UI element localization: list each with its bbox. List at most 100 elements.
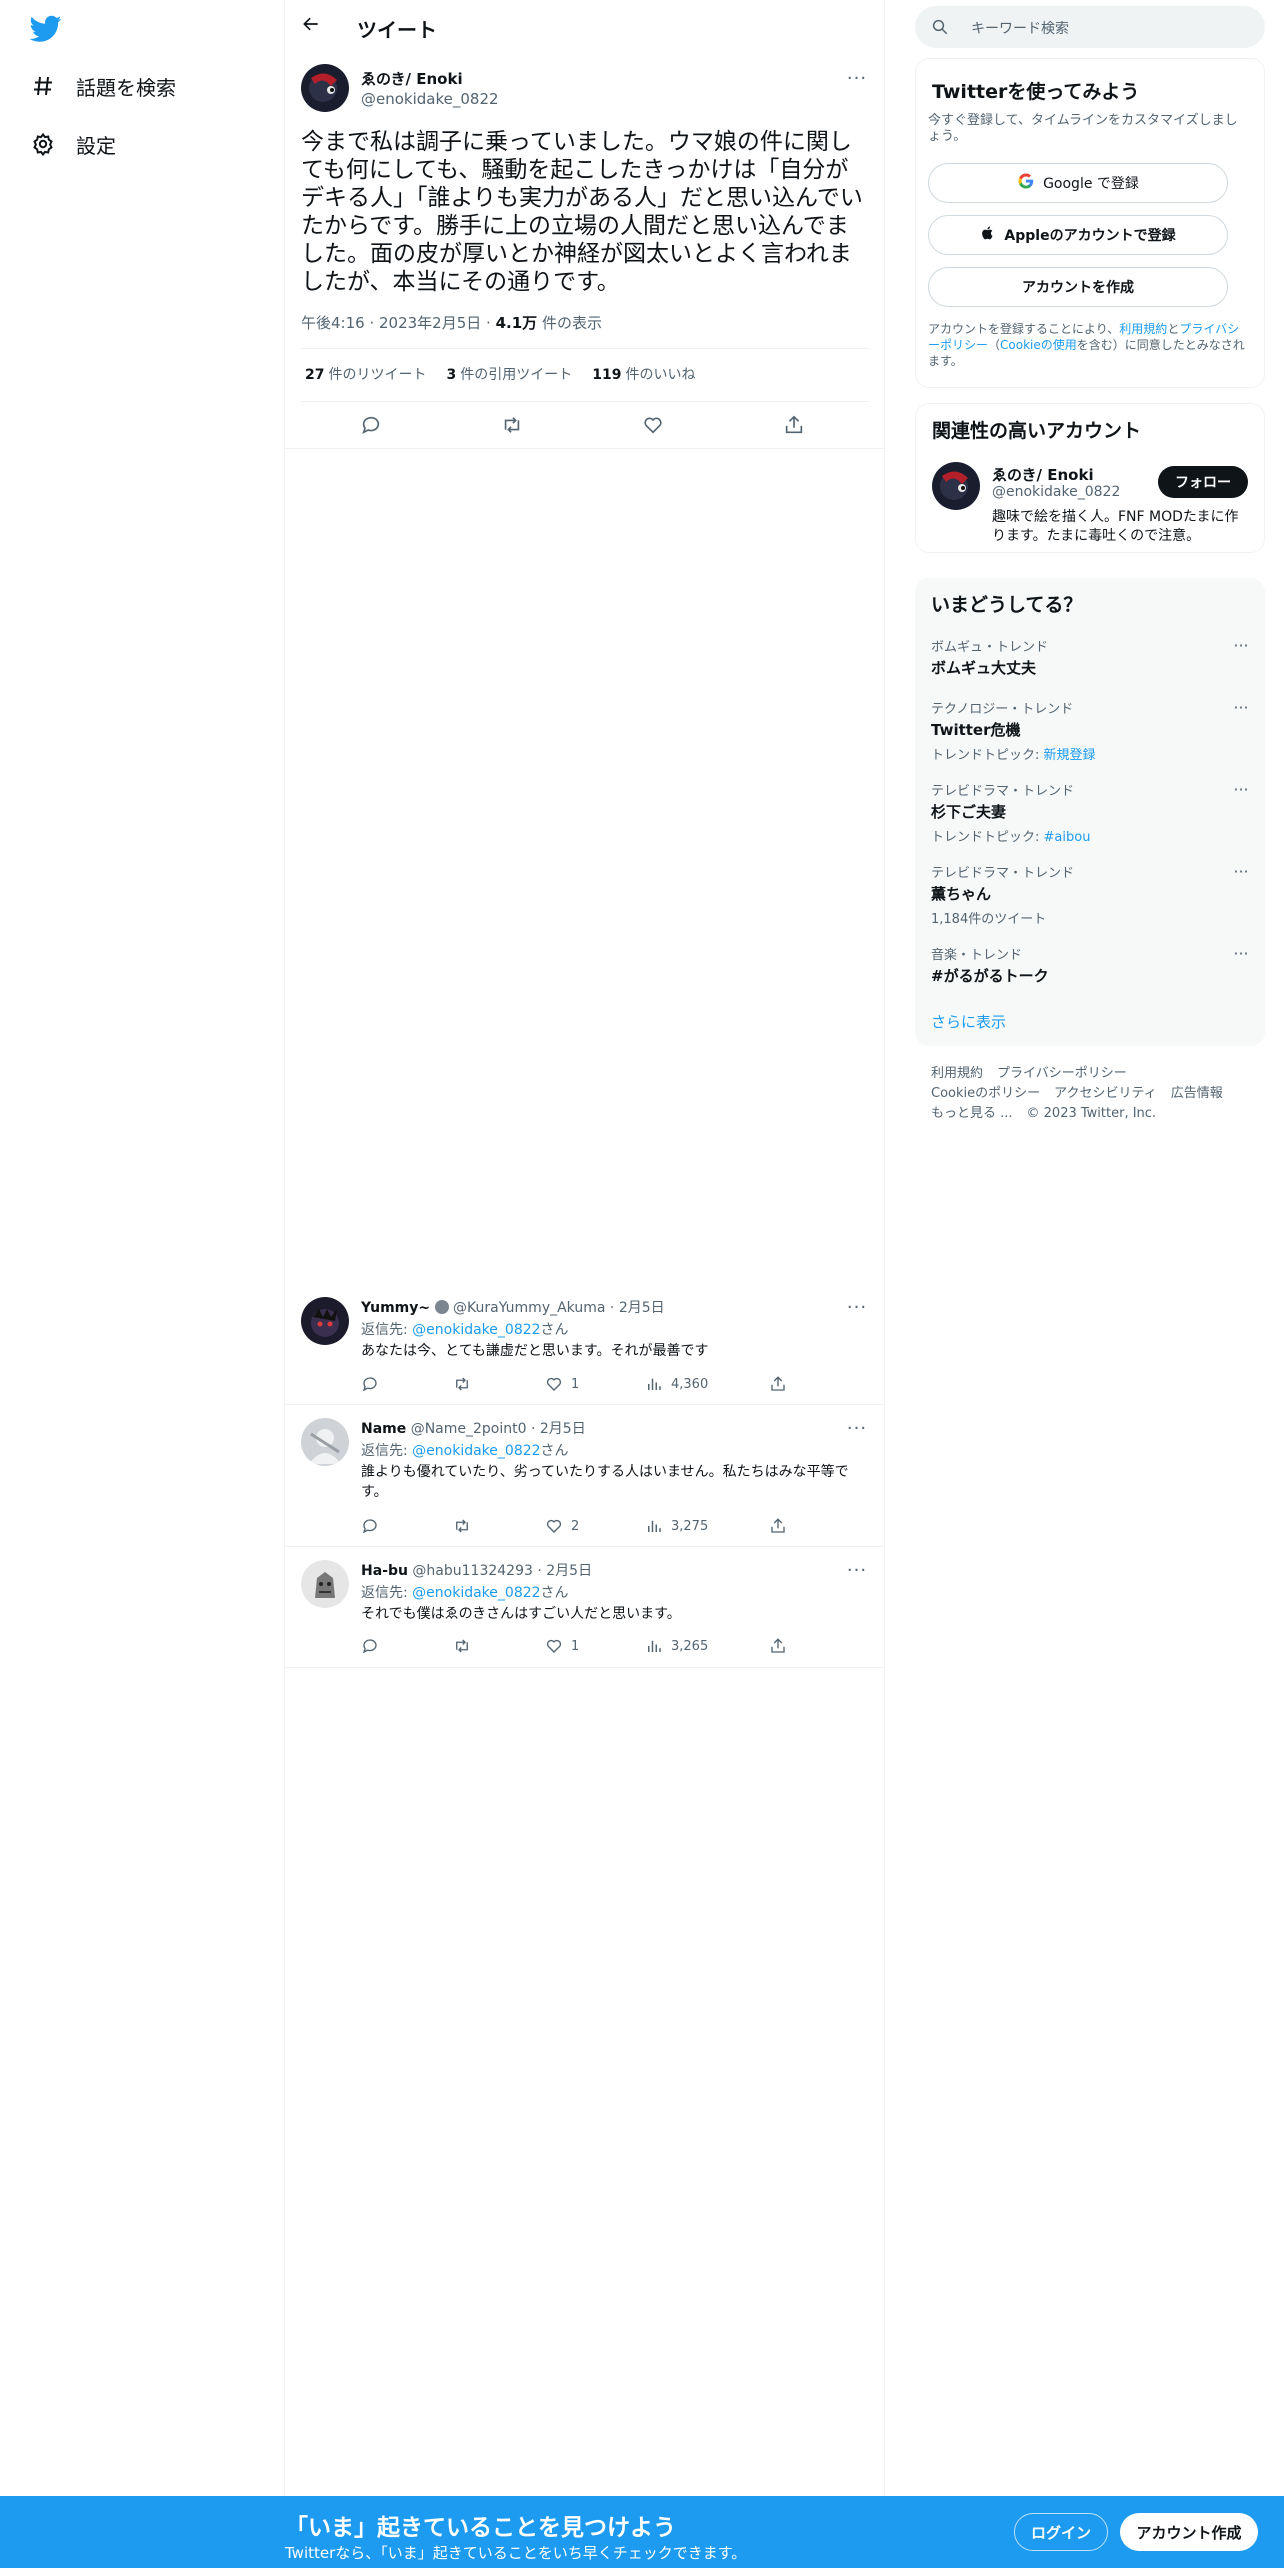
more-options-icon[interactable]: ··· — [845, 1558, 869, 1582]
nav-explore[interactable]: 話題を検索 — [30, 66, 176, 106]
quotes-stat[interactable]: 3 件の引用ツイート — [446, 364, 572, 384]
terms-text: アカウントを登録することにより、利用規約とプライバシーポリシー（Cookieの使… — [928, 322, 1245, 368]
reply-text: あなたは今、とても謙虚だと思います。それが最善です — [361, 1343, 709, 1359]
retweet-icon[interactable] — [453, 1372, 471, 1396]
signup-card: Twitterを使ってみよう 今すぐ登録して、タイムラインをカスタマイズしましょ… — [915, 58, 1265, 388]
like-icon — [546, 1519, 562, 1533]
related-accounts-card: 関連性の高いアカウント ゑのき/ Enoki @enokidake_0822 フ… — [915, 403, 1265, 553]
share-icon[interactable] — [769, 1634, 787, 1658]
bar-chart-icon — [648, 1520, 661, 1532]
retweet-icon[interactable] — [501, 414, 525, 438]
reply-tweet[interactable]: Yummy~ @KuraYummy_Akuma · 2月5日 ··· 返信先: … — [285, 1285, 885, 1405]
like-icon[interactable] — [642, 414, 666, 438]
follow-button[interactable]: フォロー — [1158, 466, 1248, 498]
search-input[interactable]: キーワード検索 — [971, 18, 1069, 38]
signup-banner: 「いま」起きていることを見つけよう Twitterなら、「いま」起きていることを… — [0, 2496, 1284, 2568]
reply-icon[interactable] — [361, 1634, 379, 1658]
reply-tweet[interactable]: Name @Name_2point0 · 2月5日 ··· 返信先: @enok… — [285, 1406, 885, 1547]
like-icon — [546, 1377, 562, 1391]
reply-tweet[interactable]: Ha-bu @habu11324293 · 2月5日 ··· 返信先: @eno… — [285, 1548, 885, 1668]
related-avatar[interactable] — [932, 462, 980, 510]
retweets-stat[interactable]: 27 件のリツイート — [305, 364, 426, 384]
retweet-icon[interactable] — [453, 1514, 471, 1538]
signup-subtitle: 今すぐ登録して、タイムラインをカスタマイズしましょう。 — [928, 113, 1238, 144]
like-button[interactable]: 1 — [545, 1634, 579, 1658]
main-column: ツイート ゑのき/ Enoki @enokidake_0822 ··· 今まで私… — [285, 0, 885, 2496]
show-more-link[interactable]: さらに表示 — [931, 1011, 1006, 1032]
tweet-stats: 27 件のリツイート 3 件の引用ツイート 119 件のいいね — [305, 364, 695, 384]
reply-avatar[interactable] — [301, 1418, 349, 1466]
like-button[interactable]: 1 — [545, 1372, 579, 1396]
author-avatar[interactable] — [301, 64, 349, 112]
banner-title: 「いま」起きていることを見つけよう — [285, 2515, 676, 2541]
more-options-icon[interactable]: ··· — [845, 66, 869, 90]
author-name[interactable]: ゑのき/ Enoki — [361, 68, 463, 89]
more-options-icon[interactable]: ··· — [1231, 780, 1251, 800]
twitter-logo-icon[interactable] — [29, 12, 66, 48]
hashtag-icon — [30, 73, 56, 99]
more-options-icon[interactable]: ··· — [845, 1416, 869, 1440]
create-account-button[interactable]: アカウントを作成 — [928, 267, 1228, 307]
related-name[interactable]: ゑのき/ Enoki — [992, 464, 1094, 485]
trend-item[interactable]: 音楽・トレンド #がるがるトーク ··· — [931, 944, 1251, 986]
share-icon[interactable] — [783, 414, 807, 438]
author-handle[interactable]: @enokidake_0822 — [361, 90, 499, 108]
apple-icon — [980, 225, 996, 245]
more-options-icon[interactable]: ··· — [845, 1295, 869, 1319]
more-options-icon[interactable]: ··· — [1231, 944, 1251, 964]
reply-text: 誰よりも優れていたり、劣っていたりする人はいません。私たちはみな平等です。 — [361, 1464, 849, 1500]
google-signup-button[interactable]: Google で登録 — [928, 163, 1228, 203]
trends-card: いまどうしてる？ ボムギュ・トレンド ボムギュ大丈夫 ··· テクノロジー・トレ… — [915, 578, 1265, 1046]
more-options-icon[interactable]: ··· — [1231, 698, 1251, 718]
banner-subtitle: Twitterなら、「いま」起きていることをいち早くチェックできます。 — [285, 2544, 747, 2562]
tweet-meta: 午後4:16 · 2023年2月5日 · 4.1万 件の表示 — [301, 314, 602, 332]
trend-item[interactable]: テクノロジー・トレンド Twitter危機 トレンドトピック: 新規登録 ··· — [931, 698, 1251, 763]
divider — [285, 448, 885, 449]
reply-icon[interactable] — [361, 1514, 379, 1538]
left-navigation: 話題を検索 設定 — [0, 0, 285, 2496]
like-button[interactable]: 2 — [545, 1514, 579, 1538]
share-icon[interactable] — [769, 1514, 787, 1538]
footer-links: 利用規約 プライバシーポリシー Cookieのポリシー アクセシビリティ 広告情報 も… — [931, 1066, 1223, 1121]
trend-item[interactable]: ボムギュ・トレンド ボムギュ大丈夫 ··· — [931, 636, 1251, 678]
trend-item[interactable]: テレビドラマ・トレンド 薫ちゃん 1,184件のツイート ··· — [931, 862, 1251, 927]
signup-button[interactable]: アカウント作成 — [1120, 2513, 1258, 2551]
likes-stat[interactable]: 119 件のいいね — [592, 364, 695, 384]
trend-item[interactable]: テレビドラマ・トレンド 杉下ご夫妻 トレンドトピック: #aibou ··· — [931, 780, 1251, 845]
reply-header: Name @Name_2point0 · 2月5日 — [361, 1421, 586, 1437]
reply-to: 返信先: @enokidake_0822さん — [361, 1585, 569, 1601]
like-icon — [546, 1639, 562, 1653]
nav-explore-label: 話題を検索 — [76, 75, 176, 100]
reply-icon[interactable] — [360, 414, 384, 438]
related-title: 関連性の高いアカウント — [932, 420, 1142, 442]
reply-avatar[interactable] — [301, 1297, 349, 1345]
nav-settings[interactable]: 設定 — [30, 124, 116, 164]
retweet-icon[interactable] — [453, 1634, 471, 1658]
bar-chart-icon — [648, 1640, 661, 1652]
reply-icon[interactable] — [361, 1372, 379, 1396]
share-icon[interactable] — [769, 1372, 787, 1396]
reply-header: Ha-bu @habu11324293 · 2月5日 — [361, 1563, 593, 1579]
divider — [301, 348, 869, 349]
apple-signup-button[interactable]: Appleのアカウントで登録 — [928, 215, 1228, 255]
divider — [301, 401, 869, 402]
tweet-date[interactable]: 2023年2月5日 — [379, 314, 481, 332]
search-bar[interactable]: キーワード検索 — [915, 6, 1265, 48]
views-button[interactable]: 3,275 — [645, 1514, 708, 1538]
related-bio: 趣味で絵を描く人。FNF MODたまに作ります。たまに毒吐くので注意。 — [992, 509, 1239, 544]
views-button[interactable]: 4,360 — [645, 1372, 708, 1396]
views-button[interactable]: 3,265 — [645, 1634, 708, 1658]
reply-actions: 2 3,275 — [361, 1514, 831, 1538]
tweet-time[interactable]: 午後4:16 — [301, 314, 365, 332]
more-options-icon[interactable]: ··· — [1231, 636, 1251, 656]
page-header: ツイート — [285, 0, 885, 53]
login-button[interactable]: ログイン — [1014, 2513, 1108, 2551]
reply-avatar[interactable] — [301, 1560, 349, 1608]
views-count: 4.1万 — [495, 314, 538, 332]
back-arrow-icon[interactable] — [301, 14, 325, 38]
related-handle[interactable]: @enokidake_0822 — [992, 484, 1120, 500]
more-options-icon[interactable]: ··· — [1231, 862, 1251, 882]
reply-text: それでも僕はゑのきさんはすごい人だと思います。 — [361, 1606, 681, 1622]
reply-header: Yummy~ @KuraYummy_Akuma · 2月5日 — [361, 1300, 665, 1316]
signup-title: Twitterを使ってみよう — [932, 81, 1140, 103]
